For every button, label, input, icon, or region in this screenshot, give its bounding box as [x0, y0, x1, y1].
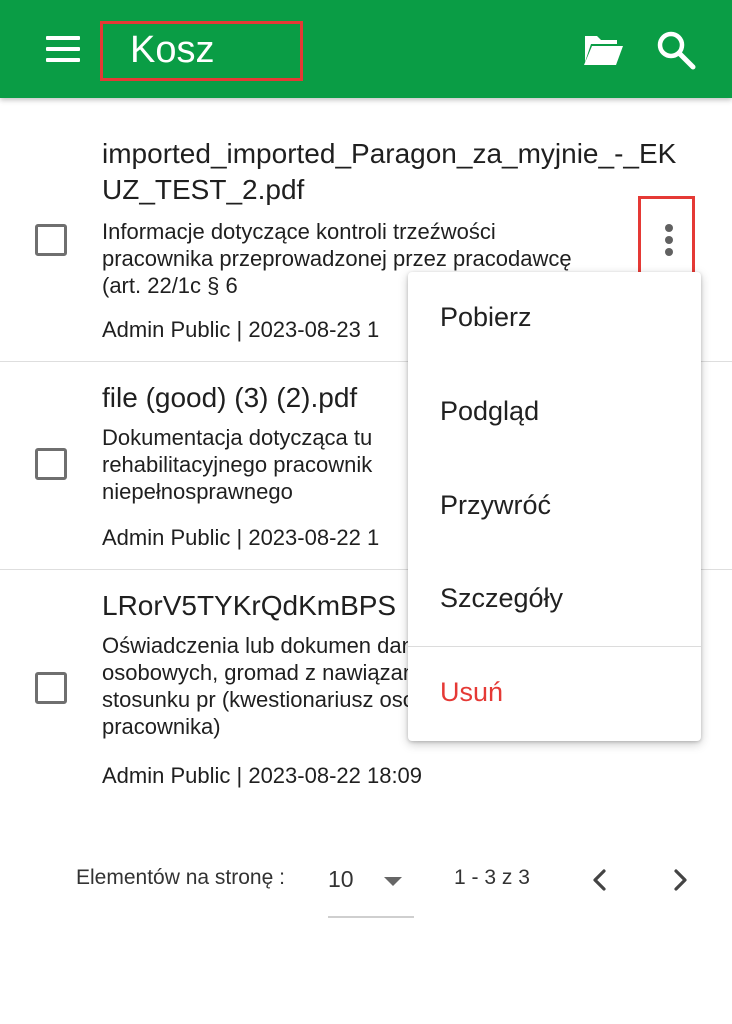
row-checkbox[interactable]	[35, 448, 67, 480]
menu-item-details[interactable]: Szczegóły	[408, 553, 701, 647]
menu-item-label: Przywróć	[440, 490, 552, 520]
menu-item-label: Szczegóły	[440, 583, 564, 613]
menu-item-label: Podgląd	[440, 396, 540, 426]
hamburger-menu-icon[interactable]	[44, 36, 82, 64]
more-options-icon[interactable]	[638, 196, 695, 278]
menu-item-delete[interactable]: Usuń	[408, 647, 701, 741]
menu-item-restore[interactable]: Przywróć	[408, 460, 701, 554]
folder-open-icon[interactable]	[582, 32, 624, 68]
row-checkbox[interactable]	[35, 224, 67, 256]
file-meta: Admin Public | 2023-08-22 1	[102, 525, 380, 550]
menu-item-label: Pobierz	[440, 302, 532, 332]
items-per-page-label: Elementów na stronę :	[76, 866, 285, 889]
menu-item-preview[interactable]: Podgląd	[408, 366, 701, 460]
row-checkbox[interactable]	[35, 672, 67, 704]
chevron-left-icon[interactable]	[584, 862, 616, 898]
menu-item-label: Usuń	[440, 677, 504, 707]
dropdown-arrow-icon	[384, 877, 402, 886]
file-name: imported_imported_Paragon_za_myjnie_-_EK…	[102, 138, 677, 205]
page-title: Kosz	[130, 29, 215, 71]
chevron-right-icon[interactable]	[664, 862, 696, 898]
search-icon[interactable]	[656, 30, 696, 70]
file-meta: Admin Public | 2023-08-23 1	[102, 317, 380, 342]
menu-item-download[interactable]: Pobierz	[408, 272, 701, 366]
app-bar: Kosz	[0, 0, 732, 98]
page-range-label: 1 - 3 z 3	[454, 866, 530, 889]
items-per-page-value: 10	[328, 866, 354, 892]
context-menu: Pobierz Podgląd Przywróć Szczegóły Usuń	[408, 272, 701, 741]
file-meta: Admin Public | 2023-08-22 18:09	[102, 763, 423, 788]
file-description: Dokumentacja dotycząca tu rehabilitacyjn…	[102, 425, 373, 504]
items-per-page-select[interactable]: 10	[328, 862, 414, 918]
